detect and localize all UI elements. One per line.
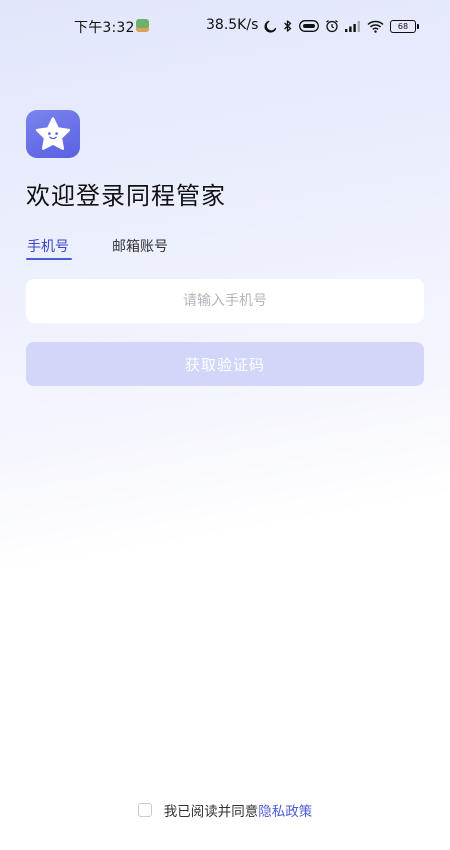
alarm-icon	[326, 20, 338, 33]
page-title: 欢迎登录同程管家	[26, 182, 226, 210]
status-icons: 68	[264, 17, 419, 35]
network-speed: 38.5K/s	[206, 17, 259, 33]
app-logo	[26, 110, 80, 158]
tab-email-account[interactable]: 邮箱账号	[112, 236, 168, 256]
agree-checkbox[interactable]	[137, 803, 152, 817]
bluetooth-icon	[284, 20, 292, 32]
battery-icon: 68	[390, 19, 419, 33]
get-verification-code-button[interactable]: 获取验证码	[26, 342, 424, 386]
privacy-policy-link[interactable]: 隐私政策	[258, 800, 312, 820]
privacy-agreement: 我已阅读并同意 隐私政策	[0, 800, 450, 820]
phone-number-input[interactable]	[26, 279, 424, 323]
active-tab-indicator	[26, 258, 72, 260]
app-notification-icon	[136, 19, 149, 32]
wifi-icon	[367, 20, 384, 33]
status-time: 下午3:32	[74, 20, 135, 36]
agreement-text: 我已阅读并同意	[163, 804, 259, 820]
signal-icon	[345, 21, 360, 32]
moon-icon	[264, 20, 277, 33]
status-bar: 下午3:32 38.5K/s 68	[0, 0, 450, 52]
hd-icon	[299, 20, 319, 32]
tab-phone-number[interactable]: 手机号	[27, 236, 69, 256]
smiling-star-icon	[35, 117, 71, 150]
